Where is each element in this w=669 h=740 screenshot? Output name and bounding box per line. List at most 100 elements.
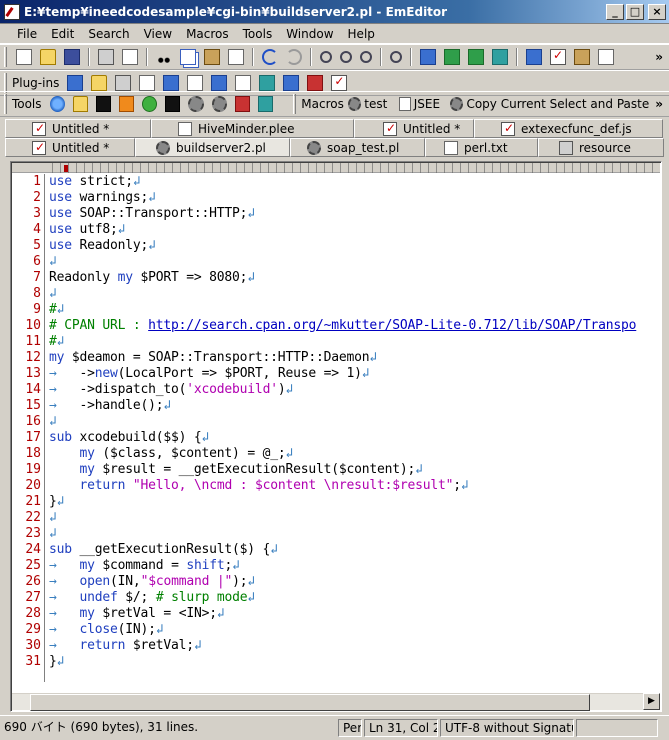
- clipboard-icon[interactable]: [574, 49, 590, 65]
- toolbar-grip[interactable]: [4, 73, 7, 93]
- wrap-icon[interactable]: [468, 49, 484, 65]
- scrollbar-thumb[interactable]: [30, 694, 590, 711]
- code-line[interactable]: use SOAP::Transport::HTTP;↲: [49, 206, 659, 222]
- menu-search[interactable]: Search: [81, 27, 136, 41]
- code-line[interactable]: sub xcodebuild($$) {↲: [49, 430, 659, 446]
- find-icon[interactable]: [320, 51, 332, 63]
- code-line[interactable]: ↲: [49, 254, 659, 270]
- code-line[interactable]: ↲: [49, 526, 659, 542]
- tab-perl-txt[interactable]: perl.txt: [425, 138, 538, 157]
- tool-a-icon[interactable]: [165, 96, 181, 112]
- ruler[interactable]: [12, 163, 660, 173]
- status-language[interactable]: Perl: [338, 719, 362, 737]
- tool-run-icon[interactable]: [211, 96, 227, 112]
- code-line[interactable]: my $deamon = SOAP::Transport::HTTP::Daem…: [49, 350, 659, 366]
- code-line[interactable]: Readonly my $PORT => 8080;↲: [49, 270, 659, 286]
- code-line[interactable]: → my $command = shift;↲: [49, 558, 659, 574]
- code-line[interactable]: # CPAN URL : http://search.cpan.org/~mku…: [49, 318, 659, 334]
- save-icon[interactable]: [64, 49, 80, 65]
- plugin-tags-icon[interactable]: [283, 75, 300, 91]
- new-file-icon[interactable]: [16, 49, 32, 65]
- maximize-button[interactable]: □: [626, 3, 644, 20]
- menu-macros[interactable]: Macros: [179, 27, 236, 41]
- paste-icon[interactable]: [204, 49, 220, 65]
- print-preview-icon[interactable]: [122, 49, 138, 65]
- code-line[interactable]: ↲: [49, 286, 659, 302]
- code-line[interactable]: #↲: [49, 302, 659, 318]
- code-line[interactable]: use Readonly;↲: [49, 238, 659, 254]
- plugin-projects-icon[interactable]: [187, 75, 204, 91]
- horizontal-scrollbar[interactable]: [12, 693, 660, 711]
- menu-file[interactable]: File: [10, 27, 44, 41]
- tab-untitled-2[interactable]: Untitled *: [354, 119, 474, 138]
- tab-buildserver2[interactable]: buildserver2.pl: [135, 138, 290, 157]
- tab-soap-test[interactable]: soap_test.pl: [290, 138, 425, 157]
- code-line[interactable]: → ->dispatch_to('xcodebuild')↲: [49, 382, 659, 398]
- tool-g-icon[interactable]: [142, 96, 158, 112]
- code-line[interactable]: → close(IN);↲: [49, 622, 659, 638]
- macro-copy-paste-button[interactable]: Copy Current Select and Paste: [466, 97, 649, 111]
- plugin-word-count-icon[interactable]: [307, 75, 324, 91]
- find-previous-icon[interactable]: [360, 51, 372, 63]
- find-in-files-icon[interactable]: [390, 51, 402, 63]
- menu-window[interactable]: Window: [279, 27, 340, 41]
- plugin-checker-icon[interactable]: [331, 74, 348, 91]
- plugin-snippets-icon[interactable]: [211, 75, 228, 91]
- close-button[interactable]: ×: [648, 3, 666, 20]
- undo-icon[interactable]: [262, 49, 278, 65]
- plugin-html-bar-icon[interactable]: [139, 75, 156, 91]
- line-number-gutter[interactable]: 1 2 3 4 5 6 7 8 9 10 11 12 13 14 15 16 17 18 19 20 21 22 23 24 2…: [12, 174, 45, 682]
- code-line[interactable]: → open(IN,"$command |");↲: [49, 574, 659, 590]
- find-next-icon[interactable]: [340, 51, 352, 63]
- tab-resource[interactable]: resource: [538, 138, 664, 157]
- plugin-explorer-icon[interactable]: [91, 75, 108, 91]
- tool-perl-icon[interactable]: [188, 96, 204, 112]
- code-line[interactable]: use warnings;↲: [49, 190, 659, 206]
- menu-help[interactable]: Help: [341, 27, 382, 41]
- menu-edit[interactable]: Edit: [44, 27, 81, 41]
- toolbar-overflow-chevron-icon[interactable]: »: [655, 50, 663, 64]
- code-line[interactable]: my ($class, $content) = @_;↲: [49, 446, 659, 462]
- code-area[interactable]: use strict;↲ use warnings;↲ use SOAP::Tran…: [49, 174, 659, 682]
- tab-untitled-3[interactable]: Untitled *: [5, 138, 135, 157]
- code-line[interactable]: }↲: [49, 494, 659, 510]
- print-icon[interactable]: [98, 49, 114, 65]
- tool-network-icon[interactable]: [258, 96, 274, 112]
- code-line[interactable]: → return $retVal;↲: [49, 638, 659, 654]
- spellcheck-icon[interactable]: [550, 48, 566, 65]
- tab-untitled-1[interactable]: Untitled *: [5, 119, 151, 138]
- internet-explorer-icon[interactable]: [49, 96, 65, 112]
- scroll-right-arrow-icon[interactable]: ▶: [643, 693, 660, 710]
- redo-icon[interactable]: [286, 49, 302, 65]
- code-line[interactable]: return "Hello, \ncmd : $content \nresult…: [49, 478, 659, 494]
- code-line[interactable]: #↲: [49, 334, 659, 350]
- plugin-find-bar-icon[interactable]: [115, 75, 132, 91]
- code-line[interactable]: sub __getExecutionResult($) {↲: [49, 542, 659, 558]
- view-mode-icon[interactable]: [444, 49, 460, 65]
- status-cursor-position[interactable]: Ln 31, Col 2: [364, 719, 438, 737]
- open-folder-icon[interactable]: [40, 49, 56, 65]
- minimize-button[interactable]: _: [606, 3, 624, 20]
- tool-t-icon[interactable]: [118, 96, 135, 112]
- code-line[interactable]: → ->new(LocalPort => $PORT, Reuse => 1)↲: [49, 366, 659, 382]
- cut-icon[interactable]: [156, 49, 172, 65]
- status-encoding[interactable]: UTF-8 without Signature: [440, 719, 574, 737]
- code-line[interactable]: → my $retVal = <IN>;↲: [49, 606, 659, 622]
- plugin-charmap-icon[interactable]: [67, 75, 84, 91]
- plugin-word-complete-icon[interactable]: [235, 75, 252, 91]
- macros-overflow-chevron-icon[interactable]: »: [655, 97, 663, 111]
- tab-hiveminder[interactable]: HiveMinder.plee: [151, 119, 354, 138]
- code-line[interactable]: use strict;↲: [49, 174, 659, 190]
- tab-extexecfunc[interactable]: extexecfunc_def.js: [474, 119, 663, 138]
- properties-icon[interactable]: [598, 49, 614, 65]
- code-line[interactable]: → undef $/; # slurp mode↲: [49, 590, 659, 606]
- editor-pane[interactable]: 1 2 3 4 5 6 7 8 9 10 11 12 13 14 15 16 17 18 19 20 21 22 23 24 2…: [10, 161, 662, 712]
- code-line[interactable]: my $result = __getExecutionResult($conte…: [49, 462, 659, 478]
- toolbar-grip[interactable]: [293, 94, 297, 114]
- toolbar-grip[interactable]: [4, 47, 7, 67]
- copy-icon[interactable]: [180, 49, 196, 65]
- code-line[interactable]: ↲: [49, 414, 659, 430]
- code-line[interactable]: → ->handle();↲: [49, 398, 659, 414]
- plugin-web-preview-icon[interactable]: [259, 75, 276, 91]
- split-window-icon[interactable]: [492, 49, 508, 65]
